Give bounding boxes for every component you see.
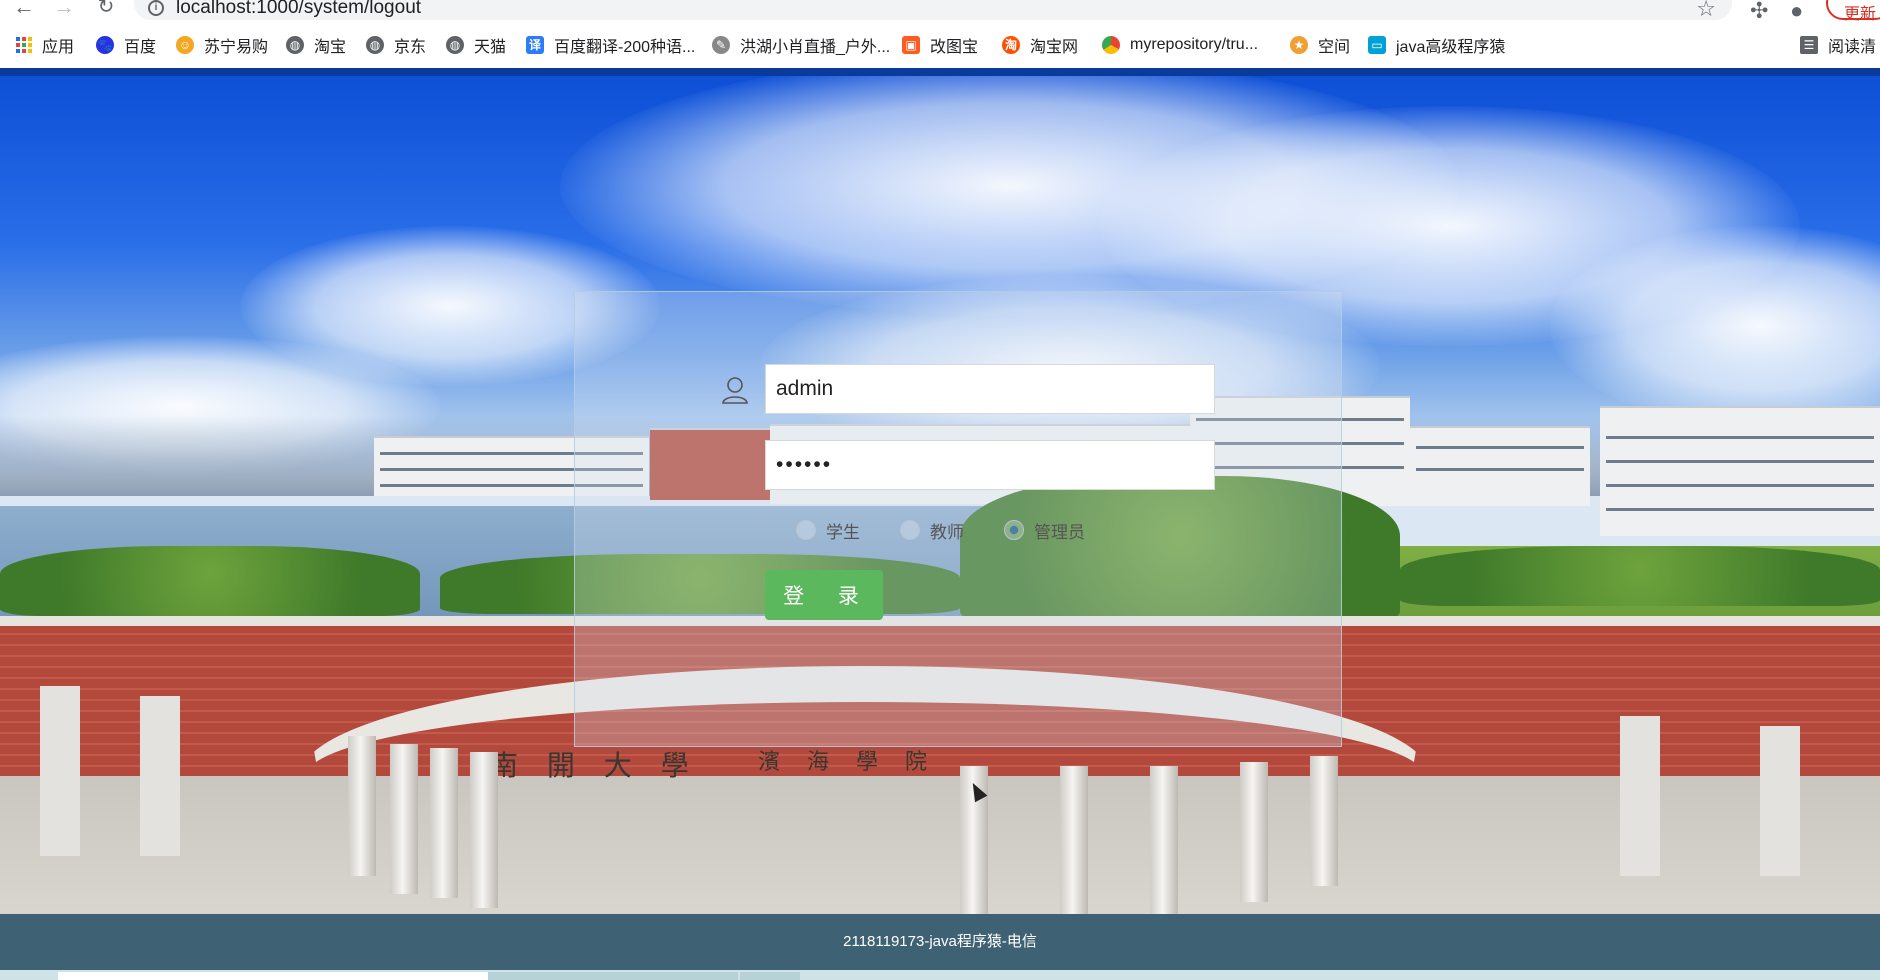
forward-arrow-icon[interactable]: → bbox=[52, 0, 76, 18]
bookmark-label: 改图宝 bbox=[930, 39, 979, 56]
gate-column bbox=[1310, 756, 1338, 886]
pier bbox=[40, 686, 80, 856]
bookmark-label: java高级程序猿 bbox=[1396, 39, 1506, 56]
bookmark-qzone[interactable]: ★ 空间 bbox=[1290, 34, 1350, 56]
profile-avatar-icon[interactable]: ● bbox=[1790, 0, 1803, 24]
globe-icon: ◍ bbox=[286, 36, 304, 54]
bookmark-reading-list[interactable]: ☰ 阅读清 bbox=[1800, 34, 1876, 56]
gate-column bbox=[390, 744, 418, 894]
bookmark-label: 淘宝网 bbox=[1030, 39, 1079, 56]
bookmark-gaitubao[interactable]: ▣ 改图宝 bbox=[902, 34, 978, 56]
translate-icon: 译 bbox=[526, 36, 544, 54]
bookmark-label: 应用 bbox=[42, 39, 75, 56]
info-icon[interactable]: i bbox=[148, 0, 164, 16]
bookmark-apps[interactable]: 应用 bbox=[16, 34, 74, 56]
image-tool-icon: ▣ bbox=[902, 36, 920, 54]
bookmark-tmall[interactable]: ◍ 天猫 bbox=[446, 34, 506, 56]
pier bbox=[1620, 716, 1660, 876]
pier bbox=[140, 696, 180, 856]
taskbar-item[interactable] bbox=[740, 972, 800, 980]
bookmark-baidu-translate[interactable]: 译 百度翻译-200种语... bbox=[526, 34, 695, 56]
password-input[interactable] bbox=[765, 440, 1215, 490]
suning-icon: ☺ bbox=[176, 36, 194, 54]
extensions-puzzle-icon[interactable]: ✣ bbox=[1750, 0, 1768, 24]
chrome-icon bbox=[1102, 36, 1120, 54]
globe-icon: ◍ bbox=[366, 36, 384, 54]
update-button[interactable]: 更新 bbox=[1826, 0, 1880, 23]
back-arrow-icon[interactable]: ← bbox=[12, 0, 36, 18]
globe-icon: ◍ bbox=[446, 36, 464, 54]
bookmarks-bar: 应用 🐾 百度 ☺ 苏宁易购 ◍ 淘宝 ◍ 京东 ◍ 天猫 译 百度翻译-200… bbox=[0, 28, 1880, 64]
footer-text: 2118119173-java程序猿-电信 bbox=[843, 933, 1037, 950]
bookmark-label: 阅读清 bbox=[1828, 39, 1877, 56]
user-icon bbox=[722, 377, 748, 404]
gate-inscription-left: 南 開 大 學 bbox=[490, 749, 699, 782]
username-input[interactable] bbox=[765, 364, 1215, 414]
bookmark-label: 京东 bbox=[394, 39, 427, 56]
bookmark-label: 天猫 bbox=[474, 39, 507, 56]
bookmark-star-icon[interactable]: ☆ bbox=[1696, 0, 1716, 22]
address-bar[interactable]: i localhost:1000/system/logout ☆ bbox=[134, 0, 1732, 22]
bookmark-label: 洪湖小肖直播_户外... bbox=[740, 39, 891, 56]
gate-inscription-right: 濱 海 學 院 bbox=[758, 750, 937, 775]
bookmark-label: 空间 bbox=[1318, 39, 1351, 56]
bilibili-icon: ▭ bbox=[1368, 36, 1386, 54]
gate-column bbox=[348, 736, 376, 876]
bookmark-suning[interactable]: ☺ 苏宁易购 bbox=[176, 34, 268, 56]
bookmark-taobao[interactable]: ◍ 淘宝 bbox=[286, 34, 346, 56]
role-label: 教师 bbox=[930, 522, 964, 542]
building bbox=[1410, 426, 1590, 506]
gate-column bbox=[430, 748, 458, 898]
taskbar-strip bbox=[0, 970, 1880, 980]
gate-column bbox=[1240, 762, 1268, 902]
login-button[interactable]: 登 录 bbox=[765, 570, 883, 620]
taskbar-item[interactable] bbox=[488, 972, 738, 980]
page-footer: 2118119173-java程序猿-电信 bbox=[0, 914, 1880, 970]
tree-line bbox=[0, 546, 420, 616]
bookmark-honghu[interactable]: ✎ 洪湖小肖直播_户外... bbox=[712, 34, 890, 56]
radio-admin[interactable] bbox=[1004, 520, 1024, 540]
qzone-icon: ★ bbox=[1290, 36, 1308, 54]
bookmark-label: 苏宁易购 bbox=[204, 39, 269, 56]
role-teacher[interactable]: 教师 bbox=[900, 518, 964, 542]
bookmark-taobaowang[interactable]: 淘 淘宝网 bbox=[1002, 34, 1078, 56]
bookmark-jd[interactable]: ◍ 京东 bbox=[366, 34, 426, 56]
role-label: 学生 bbox=[826, 522, 860, 542]
role-label: 管理员 bbox=[1034, 522, 1085, 542]
role-admin[interactable]: 管理员 bbox=[1004, 518, 1085, 542]
baidu-paw-icon: 🐾 bbox=[96, 36, 114, 54]
feather-icon: ✎ bbox=[712, 36, 730, 54]
taskbar-item[interactable] bbox=[58, 972, 488, 980]
radio-teacher[interactable] bbox=[900, 520, 920, 540]
gate-column bbox=[1150, 766, 1178, 914]
url-text[interactable]: localhost:1000/system/logout bbox=[176, 0, 421, 19]
apps-grid-icon bbox=[16, 37, 32, 53]
tree-line bbox=[1400, 546, 1880, 606]
bookmark-label: 百度翻译-200种语... bbox=[554, 39, 696, 56]
role-student[interactable]: 学生 bbox=[796, 518, 860, 542]
reading-list-icon: ☰ bbox=[1800, 36, 1818, 54]
browser-toolbar: ← → ↻ i localhost:1000/system/logout ☆ ✣… bbox=[0, 0, 1880, 24]
reload-icon[interactable]: ↻ bbox=[94, 0, 118, 18]
bookmark-myrepository[interactable]: myrepository/tru... bbox=[1102, 34, 1258, 56]
bookmark-bilibili[interactable]: ▭ java高级程序猿 bbox=[1368, 34, 1505, 56]
gate-column bbox=[470, 752, 498, 908]
radio-student[interactable] bbox=[796, 520, 816, 540]
building bbox=[1600, 406, 1880, 536]
gate-column bbox=[1060, 766, 1088, 914]
bookmark-label: 淘宝 bbox=[314, 39, 347, 56]
bookmark-label: myrepository/tru... bbox=[1130, 36, 1259, 53]
top-stripe bbox=[0, 68, 1880, 76]
bookmark-label: 百度 bbox=[124, 39, 157, 56]
plaza bbox=[0, 776, 1880, 914]
bookmark-baidu[interactable]: 🐾 百度 bbox=[96, 34, 156, 56]
taobao-icon: 淘 bbox=[1002, 36, 1020, 54]
pier bbox=[1760, 726, 1800, 876]
